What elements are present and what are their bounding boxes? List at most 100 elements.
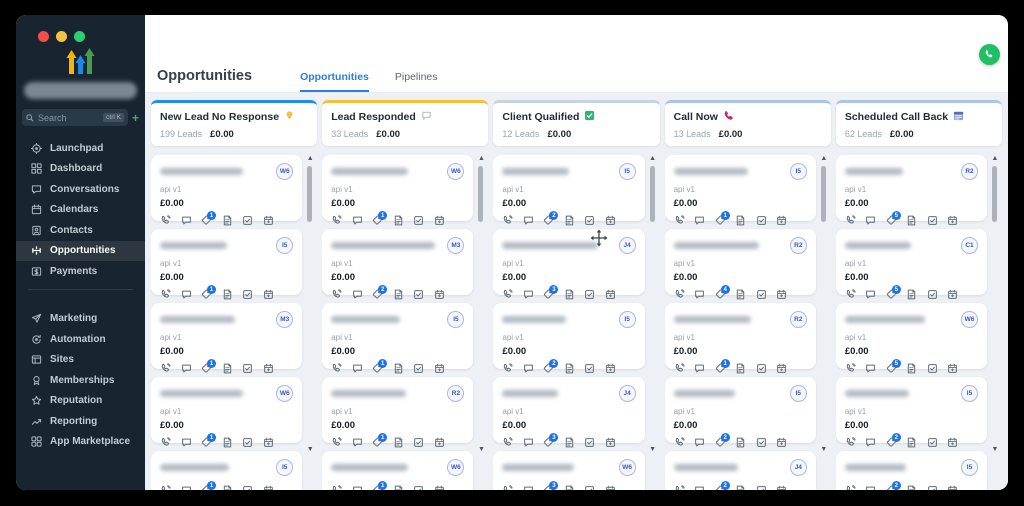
tag-icon[interactable]: 3 xyxy=(543,485,554,490)
sms-icon[interactable] xyxy=(523,289,534,300)
notes-icon[interactable] xyxy=(906,289,917,300)
scroll-down-arrow-icon[interactable]: ▼ xyxy=(648,446,658,454)
tag-icon[interactable]: 1 xyxy=(715,215,726,226)
tag-icon[interactable]: 1 xyxy=(372,485,383,490)
appointment-icon[interactable] xyxy=(947,437,958,448)
appointment-icon[interactable] xyxy=(947,289,958,300)
call-icon[interactable] xyxy=(160,289,171,300)
tasks-icon[interactable] xyxy=(756,485,767,490)
call-icon[interactable] xyxy=(502,363,513,374)
appointment-icon[interactable] xyxy=(947,485,958,490)
notes-icon[interactable] xyxy=(564,363,575,374)
opportunity-card[interactable]: M3api v1£0.002 xyxy=(322,229,473,295)
appointment-icon[interactable] xyxy=(263,485,274,490)
sms-icon[interactable] xyxy=(523,437,534,448)
opportunity-card[interactable]: J4api v1£0.003 xyxy=(493,229,644,295)
opportunity-card[interactable]: C1api v1£0.005 xyxy=(836,229,987,295)
tag-icon[interactable]: 1 xyxy=(715,363,726,374)
notes-icon[interactable] xyxy=(906,363,917,374)
call-icon[interactable] xyxy=(331,485,342,490)
opportunity-card[interactable]: W6api v1£0.001 xyxy=(322,155,473,221)
appointment-icon[interactable] xyxy=(605,289,616,300)
scroll-up-arrow-icon[interactable]: ▲ xyxy=(476,155,486,163)
maximize-window-button[interactable] xyxy=(74,31,85,42)
sms-icon[interactable] xyxy=(352,485,363,490)
sidebar-item-memberships[interactable]: Memberships xyxy=(16,370,145,391)
sidebar-item-app-marketplace[interactable]: App Marketplace xyxy=(16,432,145,453)
call-icon[interactable] xyxy=(331,289,342,300)
notes-icon[interactable] xyxy=(735,363,746,374)
sidebar-item-conversations[interactable]: Conversations xyxy=(16,179,145,200)
tag-icon[interactable]: 1 xyxy=(372,215,383,226)
notes-icon[interactable] xyxy=(564,289,575,300)
sms-icon[interactable] xyxy=(865,363,876,374)
tasks-icon[interactable] xyxy=(584,215,595,226)
scroll-down-arrow-icon[interactable]: ▼ xyxy=(305,446,315,454)
call-icon[interactable] xyxy=(845,437,856,448)
call-icon[interactable] xyxy=(674,437,685,448)
scrollbar-thumb[interactable] xyxy=(307,166,312,222)
notes-icon[interactable] xyxy=(906,485,917,490)
tasks-icon[interactable] xyxy=(413,289,424,300)
account-name-redacted[interactable] xyxy=(24,82,137,99)
notes-icon[interactable] xyxy=(735,289,746,300)
notes-icon[interactable] xyxy=(222,215,233,226)
notes-icon[interactable] xyxy=(906,215,917,226)
tag-icon[interactable]: 3 xyxy=(543,289,554,300)
minimize-window-button[interactable] xyxy=(56,31,67,42)
sms-icon[interactable] xyxy=(352,289,363,300)
opportunity-card[interactable]: W61 xyxy=(322,451,473,490)
call-icon[interactable] xyxy=(502,485,513,490)
whatsapp-call-button[interactable] xyxy=(979,44,1000,65)
appointment-icon[interactable] xyxy=(434,485,445,490)
sidebar-item-payments[interactable]: Payments xyxy=(16,261,145,282)
tag-icon[interactable]: 4 xyxy=(715,289,726,300)
scrollbar-thumb[interactable] xyxy=(821,166,826,222)
opportunity-card[interactable]: R2api v1£0.005 xyxy=(836,155,987,221)
call-icon[interactable] xyxy=(160,215,171,226)
tag-icon[interactable]: 5 xyxy=(886,289,897,300)
notes-icon[interactable] xyxy=(393,289,404,300)
notes-icon[interactable] xyxy=(564,215,575,226)
opportunity-card[interactable]: J42 xyxy=(665,451,816,490)
notes-icon[interactable] xyxy=(906,437,917,448)
opportunity-card[interactable]: W6api v1£0.001 xyxy=(151,155,302,221)
tasks-icon[interactable] xyxy=(584,289,595,300)
opportunity-card[interactable]: I5api v1£0.001 xyxy=(665,155,816,221)
sidebar-item-dashboard[interactable]: Dashboard xyxy=(16,159,145,180)
sms-icon[interactable] xyxy=(181,437,192,448)
column-header[interactable]: Scheduled Call Back62 Leads£0.00 xyxy=(836,100,1002,146)
call-icon[interactable] xyxy=(674,289,685,300)
call-icon[interactable] xyxy=(845,215,856,226)
notes-icon[interactable] xyxy=(222,437,233,448)
tasks-icon[interactable] xyxy=(927,289,938,300)
call-icon[interactable] xyxy=(845,289,856,300)
call-icon[interactable] xyxy=(160,437,171,448)
call-icon[interactable] xyxy=(502,289,513,300)
tasks-icon[interactable] xyxy=(584,437,595,448)
sms-icon[interactable] xyxy=(694,289,705,300)
sms-icon[interactable] xyxy=(523,363,534,374)
tasks-icon[interactable] xyxy=(413,215,424,226)
tag-icon[interactable]: 3 xyxy=(543,437,554,448)
notes-icon[interactable] xyxy=(393,437,404,448)
call-icon[interactable] xyxy=(331,215,342,226)
tab-opportunities[interactable]: Opportunities xyxy=(300,71,369,92)
tasks-icon[interactable] xyxy=(242,215,253,226)
sidebar-item-marketing[interactable]: Marketing xyxy=(16,309,145,330)
column-scrollbar[interactable]: ▲▼ xyxy=(476,155,486,490)
sms-icon[interactable] xyxy=(865,485,876,490)
appointment-icon[interactable] xyxy=(434,289,445,300)
call-icon[interactable] xyxy=(331,437,342,448)
appointment-icon[interactable] xyxy=(434,215,445,226)
tasks-icon[interactable] xyxy=(242,485,253,490)
appointment-icon[interactable] xyxy=(947,215,958,226)
sms-icon[interactable] xyxy=(352,437,363,448)
tag-icon[interactable]: 1 xyxy=(201,363,212,374)
opportunity-card[interactable]: M3api v1£0.001 xyxy=(151,303,302,369)
column-scrollbar[interactable]: ▲▼ xyxy=(648,155,658,490)
tasks-icon[interactable] xyxy=(927,485,938,490)
scroll-down-arrow-icon[interactable]: ▼ xyxy=(819,446,829,454)
tasks-icon[interactable] xyxy=(242,363,253,374)
scrollbar-thumb[interactable] xyxy=(478,166,483,222)
